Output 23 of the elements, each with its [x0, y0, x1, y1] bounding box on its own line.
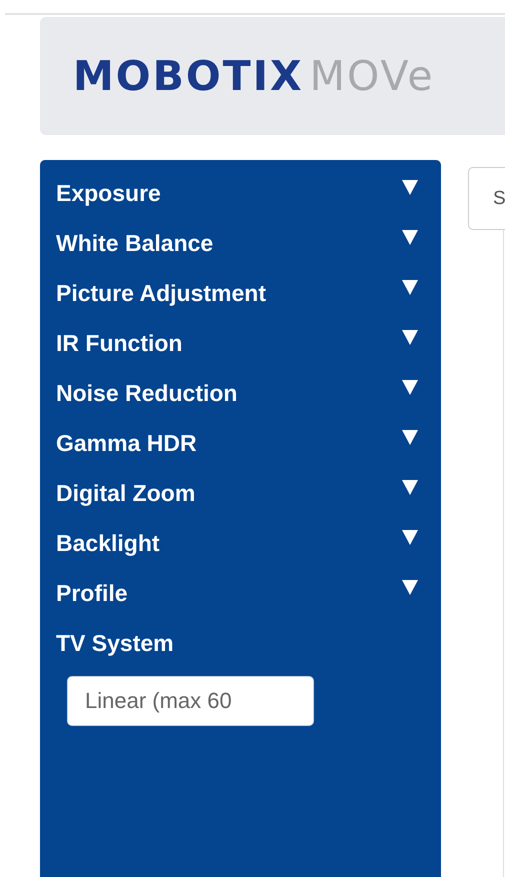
- sidebar-item[interactable]: Digital Zoom: [56, 480, 196, 506]
- sidebar-item[interactable]: Noise Reduction: [56, 380, 238, 406]
- caret-icon[interactable]: [402, 380, 418, 394]
- tv-system-select[interactable]: Linear (max 60: [67, 676, 314, 726]
- section-label: TV System: [56, 630, 174, 656]
- caret-icon[interactable]: [402, 180, 418, 194]
- caret-icon[interactable]: [402, 230, 418, 244]
- caret-icon[interactable]: [402, 330, 418, 344]
- sidebar-item[interactable]: Exposure: [56, 180, 161, 206]
- sidebar-item[interactable]: IR Function: [56, 330, 182, 356]
- sidebar-item[interactable]: Backlight: [56, 530, 160, 556]
- logo-subtext: MOVe: [310, 52, 435, 100]
- sidebar-item[interactable]: Profile: [56, 580, 128, 606]
- logo-text: MOBOTIX: [73, 52, 304, 100]
- caret-icon[interactable]: [402, 530, 418, 544]
- caret-icon[interactable]: [402, 580, 418, 594]
- sidebar-item[interactable]: Gamma HDR: [56, 430, 197, 456]
- sidebar-item[interactable]: Picture Adjustment: [56, 280, 266, 306]
- caret-icon[interactable]: [402, 480, 418, 494]
- select-field[interactable]: S: [468, 167, 505, 230]
- caret-icon[interactable]: [402, 280, 418, 294]
- caret-icon[interactable]: [402, 430, 418, 444]
- sidebar-item[interactable]: White Balance: [56, 230, 214, 256]
